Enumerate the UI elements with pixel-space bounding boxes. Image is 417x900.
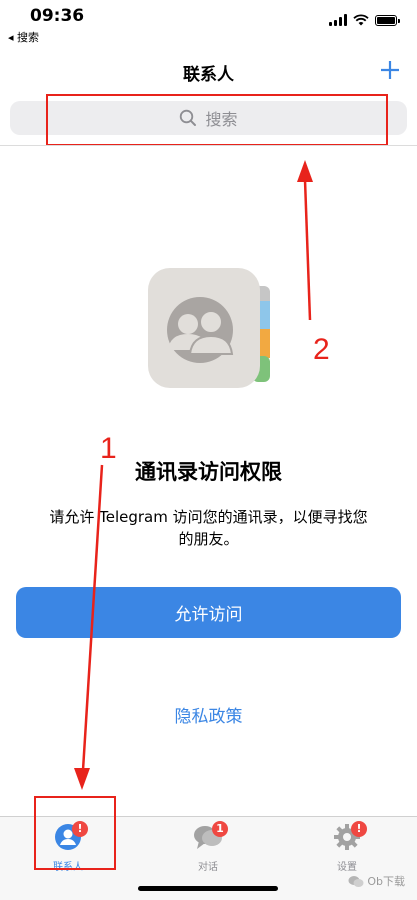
tab-chats[interactable]: 对话 1 [168,821,248,873]
tab-settings-label: 设置 [337,862,357,873]
watermark-text: Ob下载 [367,875,405,888]
annotation-number-2: 2 [313,333,330,366]
wechat-icon [348,875,364,887]
tab-chats-label: 对话 [198,862,218,873]
annotation-highlight-contacts-tab [34,796,116,870]
home-indicator[interactable] [138,886,278,891]
tab-settings-badge: ! [351,821,367,837]
tab-settings[interactable]: 设置 ! [307,821,387,873]
annotation-number-1: 1 [100,432,117,465]
watermark: Ob下载 [348,873,405,889]
annotation-arrows [74,160,313,790]
tab-chats-badge: 1 [212,821,228,837]
